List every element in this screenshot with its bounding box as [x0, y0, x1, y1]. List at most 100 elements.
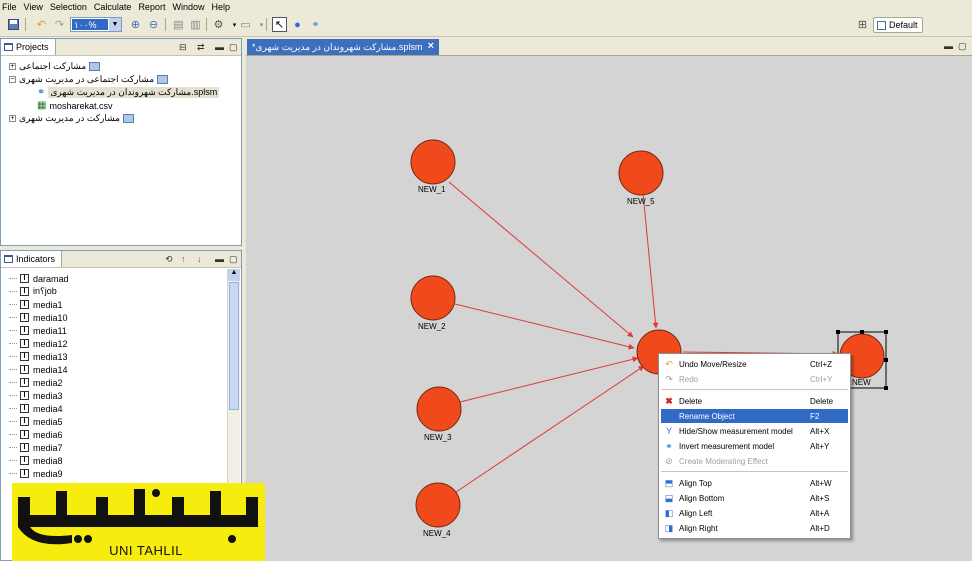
menu-item-align-bottom[interactable]: ⬓ Align Bottom Alt+S	[661, 491, 848, 505]
sort-ascending-icon[interactable]: ↑	[181, 254, 186, 264]
tree-item[interactable]: + مشارکت در مدیریت شهری	[9, 112, 137, 125]
menu-selection[interactable]: Selection	[48, 2, 92, 12]
open-perspective-icon[interactable]: ⊞	[855, 17, 870, 32]
node-label: NEW_3	[424, 433, 452, 442]
menu-file[interactable]: File	[0, 2, 22, 12]
node-label: NEW	[852, 378, 871, 387]
calculate-icon[interactable]: ⚙	[211, 17, 226, 32]
tree-item[interactable]: − مشارکت اجتماعی در مدیریت شهری	[9, 73, 171, 86]
tree-item-label: مشارکت شهروندان در مدیریت شهری.splsm	[48, 87, 220, 98]
minimize-icon[interactable]: ▬	[944, 41, 953, 51]
latent-variable-node[interactable]	[415, 482, 461, 528]
redo-icon[interactable]: ↷	[52, 17, 67, 32]
latent-variable-node[interactable]	[416, 386, 462, 432]
indicator-item[interactable]: Imedia8	[9, 454, 63, 467]
expand-icon[interactable]: +	[9, 63, 16, 70]
scroll-up-icon[interactable]: ▲	[228, 269, 240, 281]
indicator-item[interactable]: Imedia11	[9, 324, 67, 337]
expand-icon[interactable]: +	[9, 115, 16, 122]
menu-item-undo[interactable]: ↶ Undo Move/Resize Ctrl+Z	[661, 357, 848, 371]
indicator-item[interactable]: Imedia12	[9, 337, 68, 350]
indicator-item[interactable]: Imedia4	[9, 402, 63, 415]
menu-view[interactable]: View	[22, 2, 48, 12]
indicator-item[interactable]: Imedia9	[9, 467, 63, 480]
tree-connector	[9, 421, 17, 422]
save-icon[interactable]	[6, 17, 21, 32]
zoom-in-icon[interactable]: ⊕	[128, 17, 143, 32]
menu-calculate[interactable]: Calculate	[92, 2, 137, 12]
tab-projects[interactable]: Projects	[1, 39, 56, 55]
undo-icon[interactable]: ↶	[34, 17, 49, 32]
menu-item-align-right[interactable]: ◨ Align Right Alt+D	[661, 521, 848, 535]
model-canvas[interactable]: NEW_1 NEW_5 NEW_2 NEW_3 NEW_4 NEW	[246, 56, 972, 561]
indicator-item[interactable]: Idaramad	[9, 272, 69, 285]
window-icon	[4, 255, 13, 263]
indicator-item[interactable]: Imedia5	[9, 415, 63, 428]
menu-item-redo[interactable]: ↷ Redo Ctrl+Y	[661, 372, 848, 386]
menu-item-align-left[interactable]: ◧ Align Left Alt+A	[661, 506, 848, 520]
tree-item[interactable]: + مشارکت اجتماعی	[9, 60, 103, 73]
menu-item-invert-measurement[interactable]: ⚭ Invert measurement model Alt+Y	[661, 439, 848, 453]
path-arrow[interactable]	[454, 303, 635, 350]
indicator-item[interactable]: Imedia13	[9, 350, 68, 363]
sort-descending-icon[interactable]: ↓	[197, 254, 202, 264]
menu-report[interactable]: Report	[136, 2, 170, 12]
tab-model-editor[interactable]: *مشارکت شهروندان در مدیریت شهری.splsm ×	[247, 39, 439, 55]
indicator-icon: I	[20, 274, 29, 283]
menu-item-align-top[interactable]: ⬒ Align Top Alt+W	[661, 476, 848, 490]
maximize-icon[interactable]: ▢	[958, 41, 967, 52]
indicator-item[interactable]: Ii‌n؟job	[9, 285, 57, 298]
path-arrow[interactable]	[642, 192, 659, 329]
menu-item-hide-show-measurement[interactable]: Y Hide/Show measurement model Alt+X	[661, 424, 848, 438]
latent-variable-node[interactable]	[410, 275, 456, 321]
tree-item[interactable]: ▦ mosharekat.csv	[37, 99, 112, 112]
menu-item-rename[interactable]: Rename Object F2	[661, 409, 848, 423]
close-icon[interactable]: ×	[428, 40, 434, 52]
maximize-icon[interactable]: ▢	[229, 42, 238, 53]
path-arrow[interactable]	[455, 365, 645, 493]
perspective-switcher[interactable]: Default	[873, 17, 923, 33]
indicator-label: i‌n؟job	[33, 286, 57, 296]
redo-icon: ↷	[665, 373, 673, 384]
indicators-view-header: Indicators ⟲ ↑ ↓ ▬ ▢	[1, 251, 241, 268]
minimize-icon[interactable]: ▬	[215, 42, 224, 52]
indicator-icon: I	[20, 391, 29, 400]
collapse-icon[interactable]: −	[9, 76, 16, 83]
refresh-icon[interactable]: ⟲	[165, 254, 173, 265]
node-label: NEW_5	[627, 197, 655, 206]
report-icon[interactable]: ▭	[238, 17, 253, 32]
menu-window[interactable]: Window	[170, 2, 209, 12]
indicator-item[interactable]: Imedia10	[9, 311, 68, 324]
layout-vertical-icon[interactable]: ▥	[188, 17, 203, 32]
latent-variable-node[interactable]	[410, 139, 456, 185]
indicator-icon: I	[20, 430, 29, 439]
csv-file-icon: ▦	[37, 100, 47, 111]
maximize-icon[interactable]: ▢	[229, 254, 238, 265]
menu-help[interactable]: Help	[209, 2, 235, 12]
path-arrow[interactable]	[459, 356, 639, 403]
menu-item-delete[interactable]: ✖ Delete Delete	[661, 394, 848, 408]
indicator-item[interactable]: Imedia6	[9, 428, 63, 441]
tree-item-selected[interactable]: ⚭ مشارکت شهروندان در مدیریت شهری.splsm	[37, 86, 220, 99]
indicator-item[interactable]: Imedia1	[9, 298, 63, 311]
layout-horizontal-icon[interactable]: ▤	[171, 17, 186, 32]
link-editor-icon[interactable]: ⇄	[197, 42, 205, 53]
scrollbar-thumb[interactable]	[229, 282, 239, 410]
zoom-dropdown[interactable]: ۱۰۰% ▼	[70, 17, 122, 32]
select-tool-icon[interactable]: ↖	[272, 17, 287, 32]
indicator-item[interactable]: Imedia14	[9, 363, 68, 376]
zoom-out-icon[interactable]: ⊖	[146, 17, 161, 32]
minimize-icon[interactable]: ▬	[215, 254, 224, 264]
path-arrow[interactable]	[448, 181, 634, 338]
connect-tool-icon[interactable]: ⚭	[308, 17, 323, 32]
menu-item-create-moderating-effect[interactable]: ⊘ Create Moderating Effect	[661, 454, 848, 468]
indicator-label: media3	[33, 390, 63, 401]
indicator-item[interactable]: Imedia2	[9, 376, 63, 389]
tab-indicators[interactable]: Indicators	[1, 251, 63, 267]
collapse-all-icon[interactable]: ⊟	[179, 42, 187, 53]
indicator-item[interactable]: Imedia7	[9, 441, 63, 454]
indicator-label: media12	[33, 338, 68, 349]
latent-variable-node[interactable]	[618, 150, 664, 196]
indicator-item[interactable]: Imedia3	[9, 389, 63, 402]
add-latent-variable-icon[interactable]: ●	[290, 17, 305, 32]
